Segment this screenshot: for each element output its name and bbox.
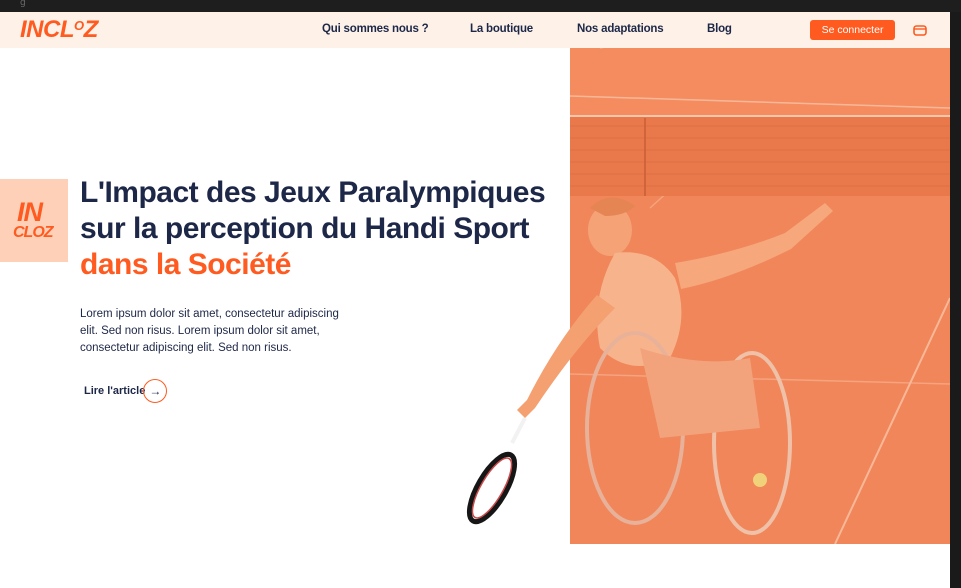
badge-line-1: IN <box>17 197 43 227</box>
wheelchair-tennis-player-photo <box>466 48 950 544</box>
brand-logo[interactable]: INCLOZ <box>20 16 98 44</box>
login-button[interactable]: Se connecter <box>810 20 895 40</box>
site-header: INCLOZ Qui sommes nous ? La boutique Nos… <box>0 12 950 48</box>
cart-icon[interactable] <box>913 24 927 36</box>
nav-item-about[interactable]: Qui sommes nous ? <box>322 23 429 35</box>
nav-item-adaptations[interactable]: Nos adaptations <box>577 23 664 35</box>
tab-hint: g <box>20 0 26 8</box>
badge-line-2: CLOZ <box>13 224 54 241</box>
arrow-right-icon: → <box>143 379 168 403</box>
read-article-label: Lire l'article <box>84 385 146 397</box>
read-article-link[interactable]: Lire l'article → <box>84 379 168 403</box>
hero-title-accent: dans la Société <box>80 248 291 281</box>
page-frame: INCLOZ Qui sommes nous ? La boutique Nos… <box>0 12 950 588</box>
nav-item-shop[interactable]: La boutique <box>470 23 533 35</box>
browser-top-strip: g <box>0 0 961 12</box>
hero-description: Lorem ipsum dolor sit amet, consectetur … <box>80 308 339 354</box>
brand-badge: IN CLOZ <box>0 179 68 262</box>
nav-item-blog[interactable]: Blog <box>707 23 732 35</box>
